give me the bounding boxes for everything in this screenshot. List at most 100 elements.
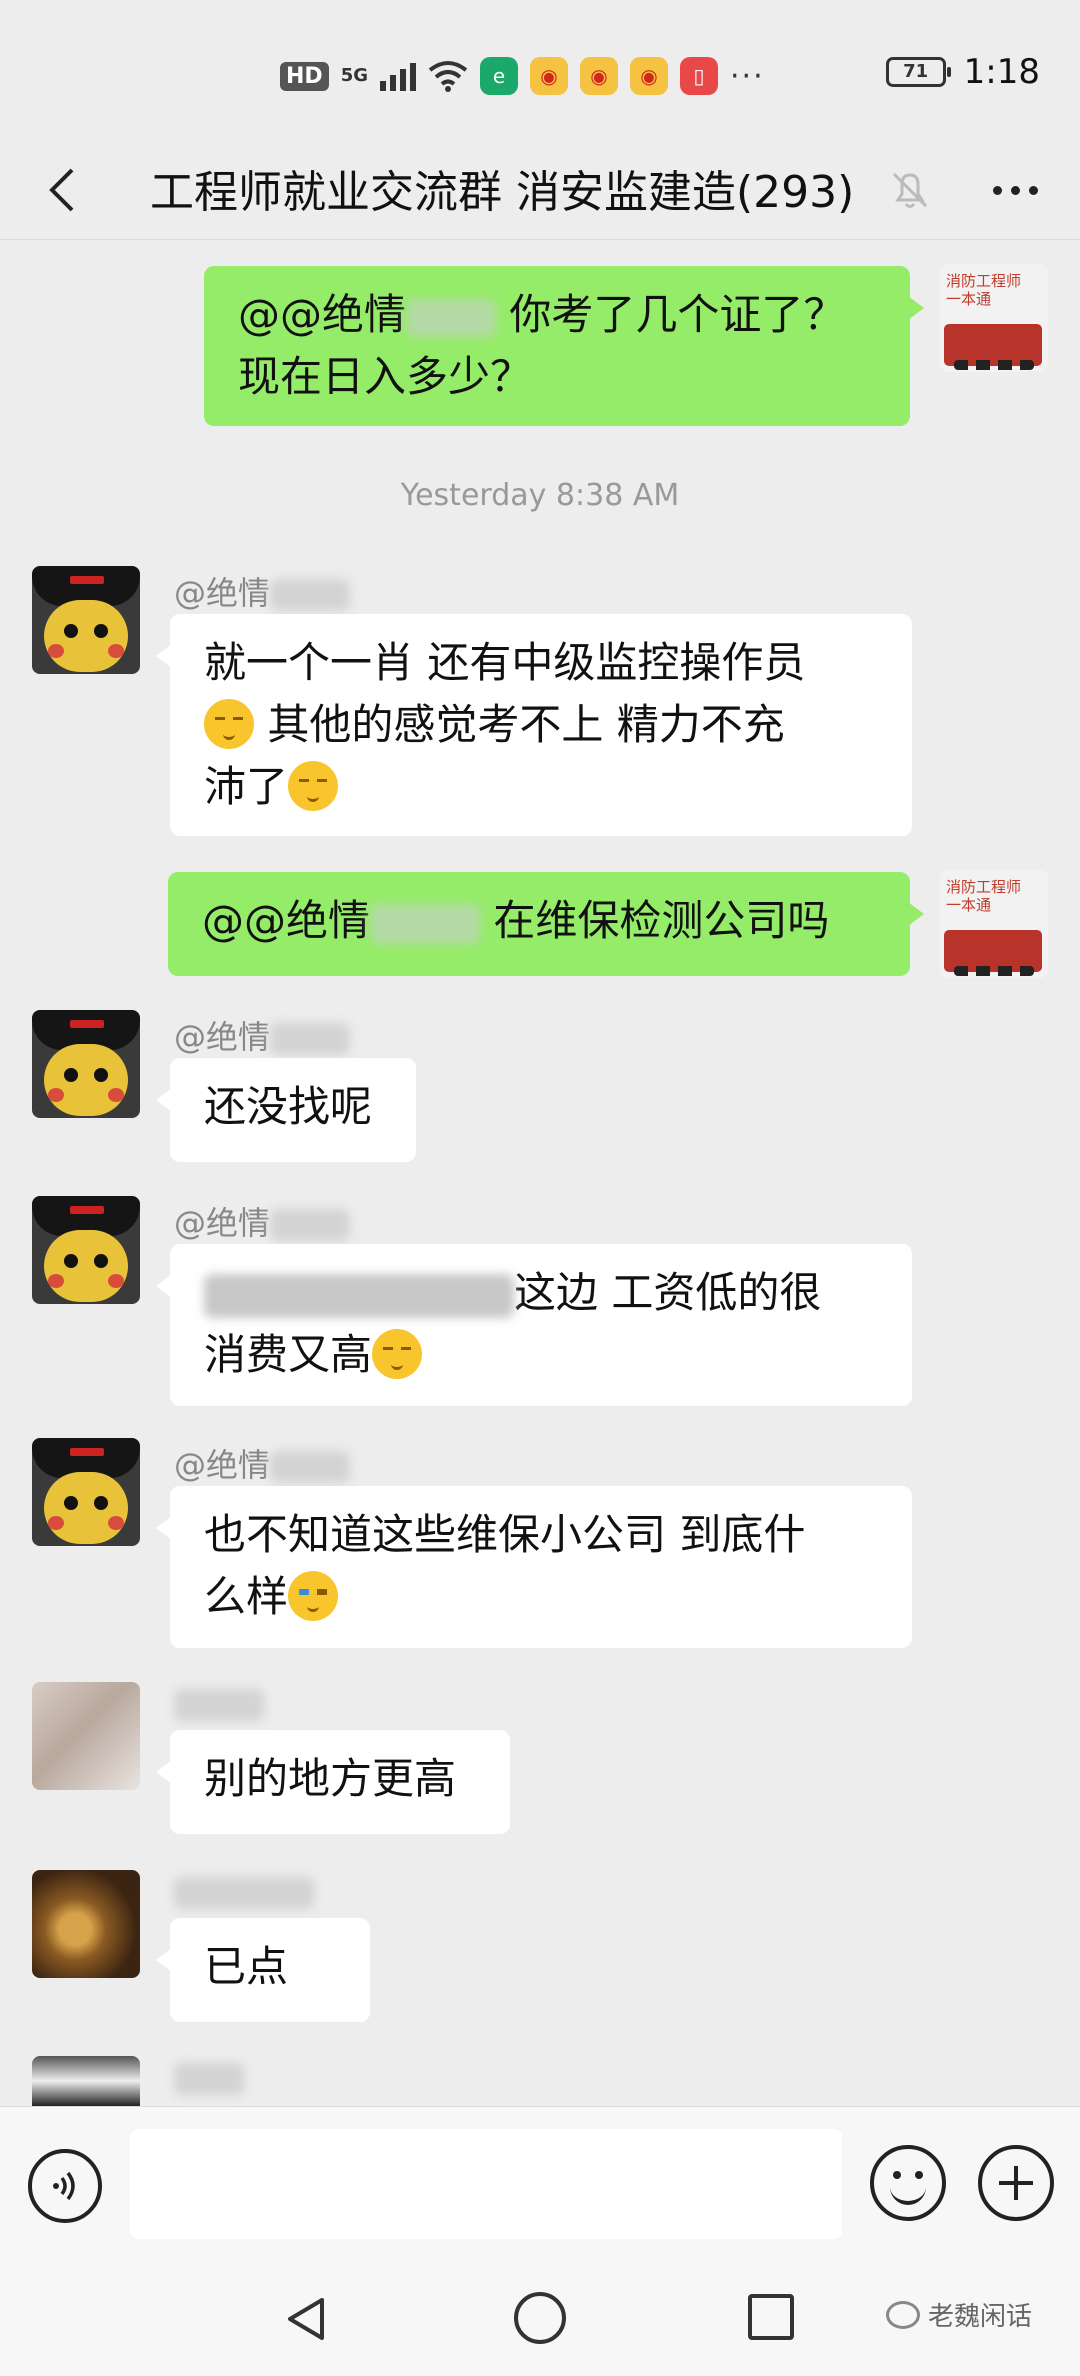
avatar-user[interactable]: [32, 1196, 140, 1304]
message-bubble-self[interactable]: @@绝情 在维保检测公司吗: [168, 872, 924, 976]
mention: @@绝情: [238, 290, 407, 339]
avatar-face: [44, 1230, 128, 1302]
avatar-cheek: [108, 1088, 124, 1102]
message-input[interactable]: [130, 2129, 842, 2239]
message-line: 这边 工资低的很: [204, 1262, 878, 1324]
input-bar: [0, 2106, 1080, 2256]
weibo-icon: ◉: [530, 57, 568, 95]
sender-name: @绝情: [174, 1198, 351, 1244]
avatar-cheek: [48, 644, 64, 658]
dot: [1010, 185, 1020, 195]
message-bubble[interactable]: 别的地方更高: [156, 1730, 510, 1834]
message-text: 你考了几个证了？: [496, 290, 846, 339]
nav-back-icon[interactable]: [282, 2294, 332, 2344]
avatar-cheek: [48, 1088, 64, 1102]
avatar-face: [44, 600, 128, 672]
avatar-face: [44, 1472, 128, 1544]
avatar-eye: [64, 1496, 78, 1510]
avatar-cheek: [108, 1274, 124, 1288]
status-bar: HD 5G e ◉ ◉ ◉ ▯ ··· 71 1:18: [0, 0, 1080, 140]
redacted-name: [174, 1877, 314, 1909]
more-options-button[interactable]: [980, 162, 1050, 218]
dot: [992, 185, 1002, 195]
message-bubble[interactable]: 也不知道这些维保小公司 到底什 么样: [156, 1486, 912, 1648]
emoji-button[interactable]: [870, 2145, 946, 2221]
more-functions-button[interactable]: [978, 2145, 1054, 2221]
message-text: 在维保检测公司吗: [480, 896, 830, 945]
watermark-text: 老魏闲话: [928, 2302, 1033, 2332]
weibo-icon: ◉: [580, 57, 618, 95]
hd-badge: HD: [280, 61, 329, 91]
crying-emoji-icon: [288, 1571, 339, 1621]
message-bubble[interactable]: 这边 工资低的很 消费又高: [156, 1244, 912, 1406]
fire-truck-image: [944, 930, 1042, 976]
signal-icon: [380, 61, 416, 91]
message-line: 消费又高: [204, 1324, 878, 1386]
message-bubble[interactable]: 还没找呢: [156, 1058, 416, 1162]
message-text: 还没找呢: [204, 1082, 373, 1131]
message-line: 沛了: [204, 756, 878, 818]
back-button[interactable]: [30, 158, 94, 222]
avatar-eye: [94, 624, 108, 638]
shush-emoji-icon: [288, 761, 339, 811]
avatar-eye: [64, 624, 78, 638]
avatar-user[interactable]: [32, 1870, 140, 1978]
timestamp: Yesterday 8:38 AM: [400, 478, 680, 513]
avatar-caption: 消防工程师 一本通: [946, 878, 1022, 914]
message-text: 么样: [204, 1572, 289, 1621]
avatar-user[interactable]: [32, 1438, 140, 1546]
avatar-user[interactable]: [32, 1682, 140, 1790]
avatar-eye: [94, 1068, 108, 1082]
weibo-icon: ◉: [630, 57, 668, 95]
voice-icon: [53, 2171, 75, 2201]
message-line: 就一个一肖 还有中级监控操作员: [204, 638, 806, 687]
battery-icon: 71: [885, 57, 951, 87]
nav-home-icon[interactable]: [514, 2292, 566, 2344]
avatar-self[interactable]: 消防工程师 一本通: [940, 870, 1048, 978]
message-text: 沛了: [204, 762, 289, 811]
system-nav-bar: 老魏闲话: [0, 2256, 1080, 2376]
message-line: @@绝情 你考了几个证了？: [238, 284, 876, 346]
status-icons-left: HD 5G e ◉ ◉ ◉ ▯ ···: [280, 54, 765, 98]
voice-input-button[interactable]: [28, 2149, 102, 2223]
message-line: 么样: [204, 1566, 878, 1628]
app-icon-green: e: [480, 57, 518, 95]
redacted-name: [270, 1451, 351, 1483]
wifi-icon: [428, 61, 468, 92]
nav-recents-icon[interactable]: [748, 2294, 794, 2340]
shush-emoji-icon: [372, 1329, 423, 1379]
sender-name: [174, 1684, 264, 1722]
avatar-cheek: [48, 1274, 64, 1288]
message-text: 这边 工资低的很: [514, 1268, 822, 1317]
dot: [1028, 185, 1038, 195]
message-line: 其他的感觉考不上 精力不充: [204, 694, 878, 756]
avatar-user[interactable]: [32, 1010, 140, 1118]
mention: @@绝情: [202, 896, 371, 945]
avatar-user[interactable]: [32, 566, 140, 674]
avatar-cheek: [48, 1516, 64, 1530]
chat-title: 工程师就业交流群 消安监建造(293): [150, 167, 855, 218]
sender-name: [174, 2058, 244, 2096]
message-bubble-self[interactable]: @@绝情 你考了几个证了？ 现在日入多少？: [204, 266, 924, 426]
message-text: 消费又高: [204, 1330, 373, 1379]
book-app-icon: ▯: [680, 57, 718, 95]
redacted-name: [174, 1689, 264, 1721]
redacted-name: [270, 579, 351, 611]
network-type: 5G: [340, 65, 368, 86]
watermark: 老魏闲话: [886, 2296, 1032, 2333]
avatar-user[interactable]: [32, 2056, 140, 2106]
avatar-self[interactable]: 消防工程师 一本通: [940, 264, 1048, 372]
shush-emoji-icon: [204, 699, 254, 749]
message-bubble[interactable]: 就一个一肖 还有中级监控操作员 其他的感觉考不上 精力不充 沛了: [156, 614, 912, 836]
more-notifications-icon: ···: [730, 58, 765, 94]
redacted-name: [370, 903, 481, 944]
message-bubble[interactable]: 已点: [156, 1918, 370, 2022]
wechat-icon: [886, 2300, 920, 2329]
message-line: 现在日入多少？: [238, 352, 533, 401]
avatar-cheek: [108, 644, 124, 658]
avatar-eye: [94, 1254, 108, 1268]
message-text: 其他的感觉考不上 精力不充: [254, 700, 785, 749]
avatar-eye: [64, 1254, 78, 1268]
redacted-name: [174, 2063, 244, 2095]
sender-name: [174, 1872, 314, 1910]
